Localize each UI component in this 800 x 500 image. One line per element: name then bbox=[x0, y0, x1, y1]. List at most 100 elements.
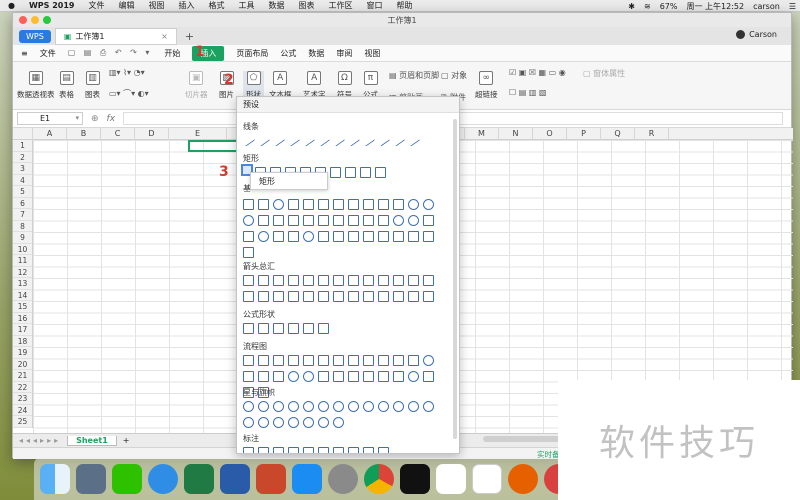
predefined-process-icon[interactable] bbox=[303, 355, 314, 366]
column-header[interactable]: A bbox=[33, 128, 67, 140]
account[interactable]: Carson bbox=[736, 30, 777, 39]
finder-icon[interactable] bbox=[40, 464, 70, 494]
chart-types-row2-icons[interactable]: ▭▾ ⌒▾ ◐▾ bbox=[109, 88, 149, 99]
plus-icon[interactable] bbox=[243, 323, 254, 334]
right-bracket-icon[interactable] bbox=[408, 231, 419, 242]
curved-left-arrow-icon[interactable] bbox=[243, 291, 254, 302]
smiley-icon[interactable] bbox=[258, 231, 269, 242]
curved-up-arrow-icon[interactable] bbox=[258, 291, 269, 302]
frame-icon[interactable] bbox=[273, 215, 284, 226]
column-header[interactable]: D bbox=[135, 128, 169, 140]
row-header[interactable]: 9 bbox=[13, 232, 32, 244]
octagon-icon[interactable] bbox=[393, 199, 404, 210]
powerpoint-icon[interactable] bbox=[256, 464, 286, 494]
app-menu[interactable]: WPS 2019 bbox=[29, 1, 75, 10]
magnetic-disk-icon[interactable] bbox=[423, 371, 434, 382]
menubar-user[interactable]: carson bbox=[753, 2, 780, 11]
column-header[interactable]: P bbox=[567, 128, 601, 140]
wave-icon[interactable] bbox=[318, 417, 329, 428]
line-shape-icon[interactable] bbox=[241, 134, 256, 147]
textbox-shape-icon[interactable] bbox=[243, 199, 254, 210]
sun-icon[interactable] bbox=[303, 231, 314, 242]
left-up-arrow-icon[interactable] bbox=[393, 275, 404, 286]
line-shape-icon[interactable] bbox=[376, 134, 391, 147]
row-header[interactable]: 20 bbox=[13, 359, 32, 370]
curved-ribbon-icon[interactable] bbox=[273, 417, 284, 428]
stored-data-icon[interactable] bbox=[378, 371, 389, 382]
wifi-icon[interactable]: ≋ bbox=[644, 2, 651, 11]
column-header[interactable]: Q bbox=[601, 128, 635, 140]
menu-tools[interactable]: 工具 bbox=[238, 0, 254, 11]
row-header[interactable]: 22 bbox=[13, 382, 32, 393]
multidocument-icon[interactable] bbox=[348, 355, 359, 366]
row-header[interactable]: 25 bbox=[13, 416, 32, 428]
chord-icon[interactable] bbox=[243, 215, 254, 226]
card-icon[interactable] bbox=[258, 371, 269, 382]
callout-icon[interactable] bbox=[348, 447, 359, 453]
sequential-storage-icon[interactable] bbox=[408, 371, 419, 382]
wps-home-tab[interactable]: WPS bbox=[19, 29, 51, 43]
calendar-icon[interactable] bbox=[436, 464, 466, 494]
column-header[interactable]: E bbox=[169, 128, 227, 140]
rect-icon[interactable] bbox=[360, 167, 371, 178]
curved-ribbon-icon[interactable] bbox=[258, 417, 269, 428]
bevel-icon[interactable] bbox=[378, 215, 389, 226]
chevron-icon[interactable] bbox=[333, 291, 344, 302]
ribbon-down-icon[interactable] bbox=[243, 417, 254, 428]
notched-arrow-icon[interactable] bbox=[303, 291, 314, 302]
left-brace-icon[interactable] bbox=[423, 231, 434, 242]
trapezoid-icon[interactable] bbox=[333, 199, 344, 210]
fx-icon[interactable]: fx bbox=[107, 114, 116, 124]
line-shape-icon[interactable] bbox=[316, 134, 331, 147]
oval-icon[interactable] bbox=[273, 199, 284, 210]
form-properties-button[interactable]: ▢ 窗体属性 bbox=[583, 68, 625, 79]
delay-icon[interactable] bbox=[393, 371, 404, 382]
wechat-icon[interactable] bbox=[112, 464, 142, 494]
line-shape-icon[interactable] bbox=[286, 134, 301, 147]
menu-chart[interactable]: 图表 bbox=[298, 0, 314, 11]
row-header[interactable]: 7 bbox=[13, 209, 32, 221]
row-header[interactable]: 6 bbox=[13, 198, 32, 209]
punched-tape-icon[interactable] bbox=[273, 371, 284, 382]
connector-icon[interactable] bbox=[423, 355, 434, 366]
menu-list-icon[interactable]: ☰ bbox=[789, 2, 796, 11]
no-symbol-icon[interactable] bbox=[408, 215, 419, 226]
hamburger-icon[interactable]: ≡ bbox=[21, 49, 28, 58]
half-frame-icon[interactable] bbox=[288, 215, 299, 226]
left-bracket-icon[interactable] bbox=[393, 231, 404, 242]
row-header[interactable]: 10 bbox=[13, 244, 32, 255]
column-header[interactable]: C bbox=[101, 128, 135, 140]
cloud-icon[interactable] bbox=[333, 231, 344, 242]
menu-file[interactable]: 文件 bbox=[88, 0, 104, 11]
column-header[interactable]: R bbox=[635, 128, 669, 140]
row-header[interactable]: 21 bbox=[13, 370, 32, 382]
row-header[interactable]: 24 bbox=[13, 405, 32, 416]
apple-icon[interactable]: ● bbox=[8, 1, 15, 10]
heart-icon[interactable] bbox=[273, 231, 284, 242]
down-callout-arrow-icon[interactable] bbox=[393, 291, 404, 302]
minimize-window-button[interactable] bbox=[31, 16, 39, 24]
hyperlink-button[interactable]: ∞ 超链接 bbox=[475, 71, 498, 100]
preparation-icon[interactable] bbox=[378, 355, 389, 366]
terminator-icon[interactable] bbox=[363, 355, 374, 366]
rect-icon[interactable] bbox=[345, 167, 356, 178]
left-callout-arrow-icon[interactable] bbox=[363, 291, 374, 302]
circle-icon[interactable] bbox=[408, 199, 419, 210]
menu-help[interactable]: 帮助 bbox=[396, 0, 412, 11]
row-header[interactable]: 1 bbox=[13, 140, 32, 152]
vertical-scroll-icon[interactable] bbox=[288, 417, 299, 428]
multiply-icon[interactable] bbox=[273, 323, 284, 334]
minus-icon[interactable] bbox=[258, 323, 269, 334]
offpage-connector-icon[interactable] bbox=[243, 371, 254, 382]
summing-junction-icon[interactable] bbox=[288, 371, 299, 382]
textbox-shape-icon[interactable] bbox=[258, 199, 269, 210]
corner-select-all[interactable] bbox=[13, 128, 33, 140]
right-brace-icon[interactable] bbox=[243, 247, 254, 258]
cross-icon[interactable] bbox=[318, 215, 329, 226]
callout-icon[interactable] bbox=[333, 447, 344, 453]
line-shape-icon[interactable] bbox=[391, 134, 406, 147]
block-arc-icon[interactable] bbox=[423, 215, 434, 226]
new-tab-button[interactable]: + bbox=[185, 30, 194, 43]
launchpad-icon[interactable] bbox=[76, 464, 106, 494]
callout-icon[interactable] bbox=[378, 447, 389, 453]
